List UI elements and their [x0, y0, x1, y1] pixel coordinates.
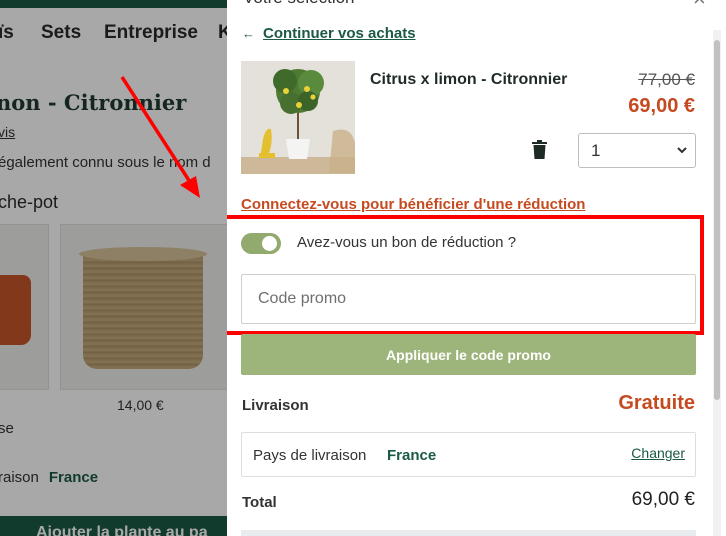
drawer-title: Votre sélection	[243, 0, 355, 8]
login-discount-link[interactable]: Connectez-vous pour bénéficier d'une réd…	[241, 196, 585, 213]
checkout-area[interactable]	[241, 530, 696, 536]
shipping-value: Gratuite	[618, 392, 695, 414]
continue-shopping-label: Continuer vos achats	[263, 25, 416, 42]
delivery-country-box: Pays de livraison France Changer	[241, 432, 696, 477]
product-image[interactable]	[241, 61, 355, 174]
total-value: 69,00 €	[631, 489, 695, 510]
annotation-arrow	[120, 76, 200, 198]
cart-item-price: 69,00 €	[628, 95, 695, 117]
promo-toggle[interactable]	[241, 233, 281, 254]
change-country-link[interactable]: Changer	[631, 445, 685, 461]
close-icon[interactable]: ×	[693, 0, 706, 12]
cart-drawer: Votre sélection × ← Continuer vos achats…	[227, 0, 726, 536]
cart-item-old-price: 77,00 €	[638, 70, 695, 89]
continue-shopping-link[interactable]: ← Continuer vos achats	[242, 25, 416, 42]
quantity-value: 1	[591, 141, 601, 160]
scrollbar-thumb[interactable]	[714, 40, 720, 400]
apply-promo-button[interactable]: Appliquer le code promo	[241, 334, 696, 375]
arrow-left-icon: ←	[242, 26, 255, 41]
country-value: France	[387, 447, 437, 464]
toggle-knob	[262, 236, 277, 251]
quantity-select[interactable]: 1	[578, 133, 696, 168]
shipping-label: Livraison	[242, 397, 309, 414]
lemon-tree-image	[241, 61, 355, 174]
country-label: Pays de livraison	[253, 447, 367, 464]
promo-code-input[interactable]	[241, 274, 696, 324]
cart-item-name[interactable]: Citrus x limon - Citronnier	[370, 71, 567, 89]
total-label: Total	[242, 494, 277, 511]
chevron-down-icon	[676, 142, 688, 163]
promo-toggle-label: Avez-vous un bon de réduction ?	[297, 234, 517, 251]
trash-icon[interactable]	[531, 140, 548, 164]
